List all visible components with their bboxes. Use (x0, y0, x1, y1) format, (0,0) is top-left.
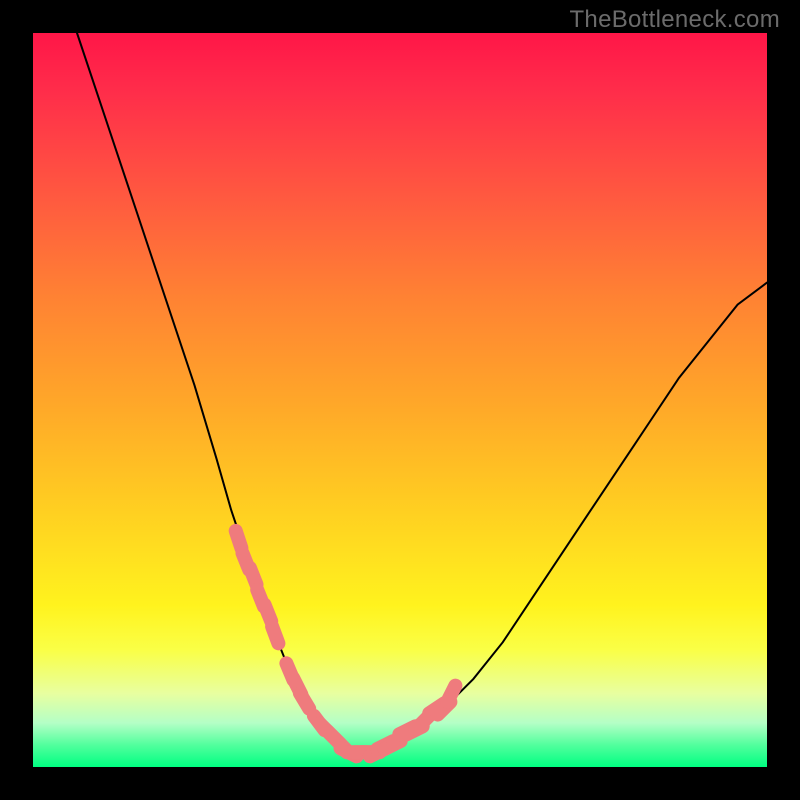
plot-area (33, 33, 767, 767)
marker-point (250, 568, 257, 585)
bottleneck-curve (77, 33, 767, 752)
marker-group (236, 531, 456, 756)
marker-point (265, 605, 272, 622)
watermark-text: TheBottleneck.com (569, 6, 780, 34)
chart-frame: TheBottleneck.com (0, 0, 800, 800)
marker-point (272, 627, 278, 644)
curve-svg (33, 33, 767, 767)
marker-point (447, 686, 455, 702)
marker-point (236, 531, 242, 548)
marker-point (300, 693, 309, 709)
